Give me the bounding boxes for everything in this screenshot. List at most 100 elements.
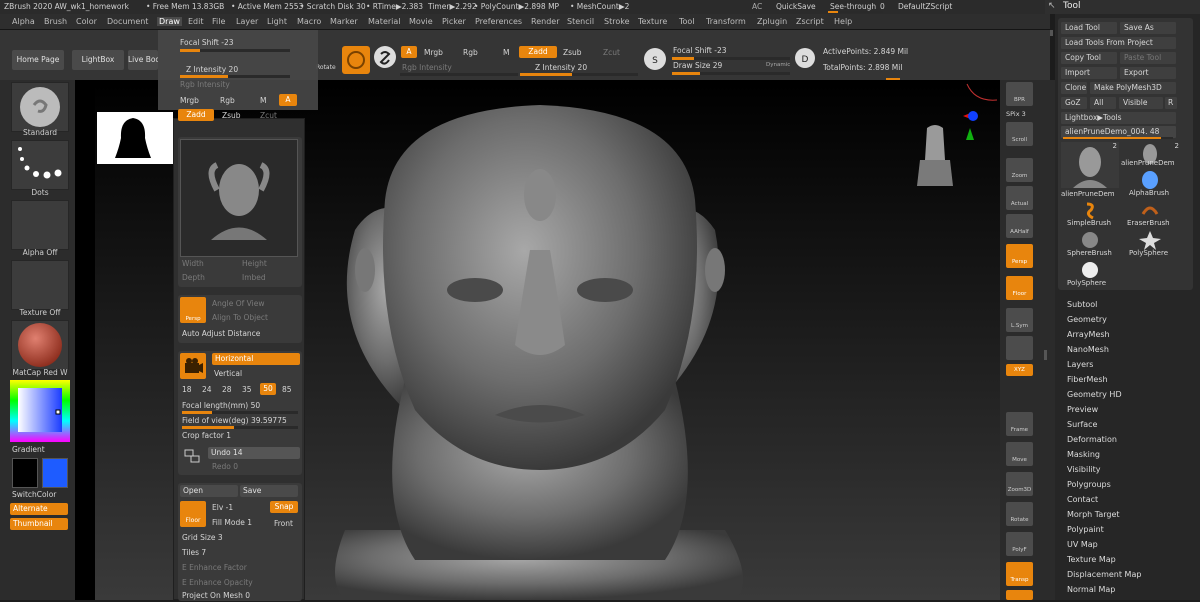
z-intensity-slider[interactable]: Z Intensity 20 [535, 63, 587, 72]
zsub-button[interactable]: Zsub [563, 48, 582, 57]
menu-preferences[interactable]: Preferences [475, 17, 522, 26]
align-to-object-button[interactable]: Align To Object [212, 313, 268, 322]
float-focal-shift[interactable]: Focal Shift -23 [180, 38, 234, 47]
lightbox-tools-button[interactable]: Lightbox▶Tools [1061, 112, 1176, 124]
subpalette-surface[interactable]: Surface [1067, 420, 1097, 429]
undo-button[interactable]: Undo 14 [208, 447, 300, 459]
focal-28[interactable]: 28 [222, 385, 232, 394]
copy-tool-button[interactable]: Copy Tool [1061, 52, 1117, 64]
menu-edit[interactable]: Edit [188, 17, 204, 26]
depth-slider[interactable]: Depth [182, 273, 205, 282]
goz-button[interactable]: GoZ [1061, 97, 1087, 109]
z-axis-gizmo[interactable] [968, 111, 978, 121]
menu-texture[interactable]: Texture [638, 17, 667, 26]
tool-thumb-polysphere[interactable]: PolySphere [1061, 260, 1121, 290]
tool-thumb-simplebrush[interactable]: SimpleBrush [1061, 200, 1121, 230]
menu-light[interactable]: Light [267, 17, 287, 26]
project-on-mesh-slider[interactable]: Project On Mesh 0 [182, 591, 250, 600]
alpha-thumbnail[interactable] [11, 200, 69, 250]
height-slider[interactable]: Height [242, 259, 267, 268]
focal-shift-track[interactable] [672, 57, 790, 60]
float-focal-shift-track[interactable] [180, 49, 290, 52]
focal-length-track[interactable] [182, 411, 298, 414]
menu-stroke[interactable]: Stroke [604, 17, 630, 26]
menu-marker[interactable]: Marker [330, 17, 358, 26]
rgb-intensity-slider[interactable]: Rgb Intensity [402, 63, 452, 72]
thumbnail-button[interactable]: Thumbnail [10, 518, 68, 530]
focal-24[interactable]: 24 [202, 385, 212, 394]
open-button[interactable]: Open [180, 485, 238, 497]
rotate-button[interactable]: Rotate [1006, 502, 1033, 526]
tool-thumb-spherebrush[interactable]: SphereBrush [1061, 230, 1121, 260]
home-page-button[interactable]: Home Page [12, 50, 64, 70]
subpalette-nanomesh[interactable]: NanoMesh [1067, 345, 1109, 354]
auto-adjust-distance[interactable]: Auto Adjust Distance [182, 329, 260, 338]
front-button[interactable]: Front [274, 519, 293, 528]
see-through-slider[interactable]: See-through [830, 2, 876, 11]
subpalette-masking[interactable]: Masking [1067, 450, 1100, 459]
m-button[interactable]: M [503, 48, 509, 57]
tiles-slider[interactable]: Tiles 7 [182, 548, 206, 557]
menu-render[interactable]: Render [531, 17, 559, 26]
make-polymesh-button[interactable]: Make PolyMesh3D [1090, 82, 1176, 94]
subpalette-geometry-hd[interactable]: Geometry HD [1067, 390, 1122, 399]
move-button[interactable]: Move [1006, 442, 1033, 466]
menu-brush[interactable]: Brush [44, 17, 67, 26]
aahalf-button[interactable]: AAHalf [1006, 214, 1033, 238]
grid-size-slider[interactable]: Grid Size 3 [182, 533, 223, 542]
draw-size-slider[interactable]: Draw Size 29 [673, 61, 722, 70]
crop-factor-slider[interactable]: Crop factor 1 [182, 431, 231, 440]
persp-button[interactable]: Persp [180, 297, 206, 323]
export-button[interactable]: Export [1120, 67, 1176, 79]
tool-thumb-eraserbrush[interactable]: EraserBrush [1121, 200, 1181, 230]
draw-size-icon[interactable]: D [795, 48, 815, 68]
load-from-project-button[interactable]: Load Tools From Project [1061, 37, 1176, 49]
subpalette-polypaint[interactable]: Polypaint [1067, 525, 1104, 534]
float-rgb[interactable]: Rgb [220, 96, 235, 105]
subpalette-texture-map[interactable]: Texture Map [1067, 555, 1116, 564]
menu-material[interactable]: Material [368, 17, 401, 26]
horizontal-button[interactable]: Horizontal [212, 353, 300, 365]
dynamic-toggle[interactable]: Dynamic [766, 62, 790, 68]
tool-thumb-polysphere-star[interactable]: PolySphere [1121, 230, 1181, 260]
next-shelf-button[interactable] [1006, 590, 1033, 600]
focal-shift-icon[interactable]: S [644, 48, 666, 70]
goz-visible-button[interactable]: Visible [1119, 97, 1163, 109]
menu-draw[interactable]: Draw [157, 17, 182, 26]
sculptris-pro-button[interactable] [374, 46, 396, 68]
draw-mode-button[interactable] [342, 46, 370, 74]
menu-document[interactable]: Document [107, 17, 148, 26]
menu-macro[interactable]: Macro [297, 17, 321, 26]
zsub-toggle[interactable]: Zsub [222, 111, 241, 120]
rotate-mode-button[interactable] [1006, 382, 1033, 406]
menu-zplugin[interactable]: Zplugin [757, 17, 787, 26]
rgb-intensity-track[interactable] [400, 73, 518, 76]
alternate-button[interactable]: Alternate [10, 503, 68, 515]
focal-50[interactable]: 50 [260, 383, 276, 395]
zcut-toggle[interactable]: Zcut [260, 111, 277, 120]
stroke-thumbnail[interactable] [11, 140, 69, 190]
subpalette-deformation[interactable]: Deformation [1067, 435, 1117, 444]
actual-button[interactable]: Actual [1006, 186, 1033, 210]
focal-length-slider[interactable]: Focal length(mm) 50 [182, 401, 260, 410]
persp-toggle[interactable]: Persp [1006, 244, 1033, 268]
subpalette-visibility[interactable]: Visibility [1067, 465, 1101, 474]
fov-track[interactable] [182, 426, 298, 429]
zoom-button[interactable]: Zoom [1006, 158, 1033, 182]
draw-size-track[interactable] [672, 72, 790, 75]
float-z-intensity-track[interactable] [180, 75, 290, 78]
palette-arrow-icon[interactable]: ↖ [1048, 1, 1056, 11]
float-a[interactable]: A [279, 94, 297, 106]
load-tool-button[interactable]: Load Tool [1061, 22, 1117, 34]
default-zscript-button[interactable]: DefaultZScript [898, 2, 952, 11]
focal-18[interactable]: 18 [182, 385, 192, 394]
main-color-swatch[interactable] [42, 458, 68, 488]
menu-picker[interactable]: Picker [442, 17, 466, 26]
float-z-intensity[interactable]: Z Intensity 20 [186, 65, 238, 74]
tool-thumb-alphabrush[interactable]: AlphaBrush [1121, 170, 1181, 200]
fill-mode-slider[interactable]: Fill Mode 1 [212, 518, 252, 527]
focal-35[interactable]: 35 [242, 385, 252, 394]
float-mrgb[interactable]: Mrgb [180, 96, 199, 105]
brush-thumbnail[interactable] [11, 82, 69, 132]
width-slider[interactable]: Width [182, 259, 204, 268]
